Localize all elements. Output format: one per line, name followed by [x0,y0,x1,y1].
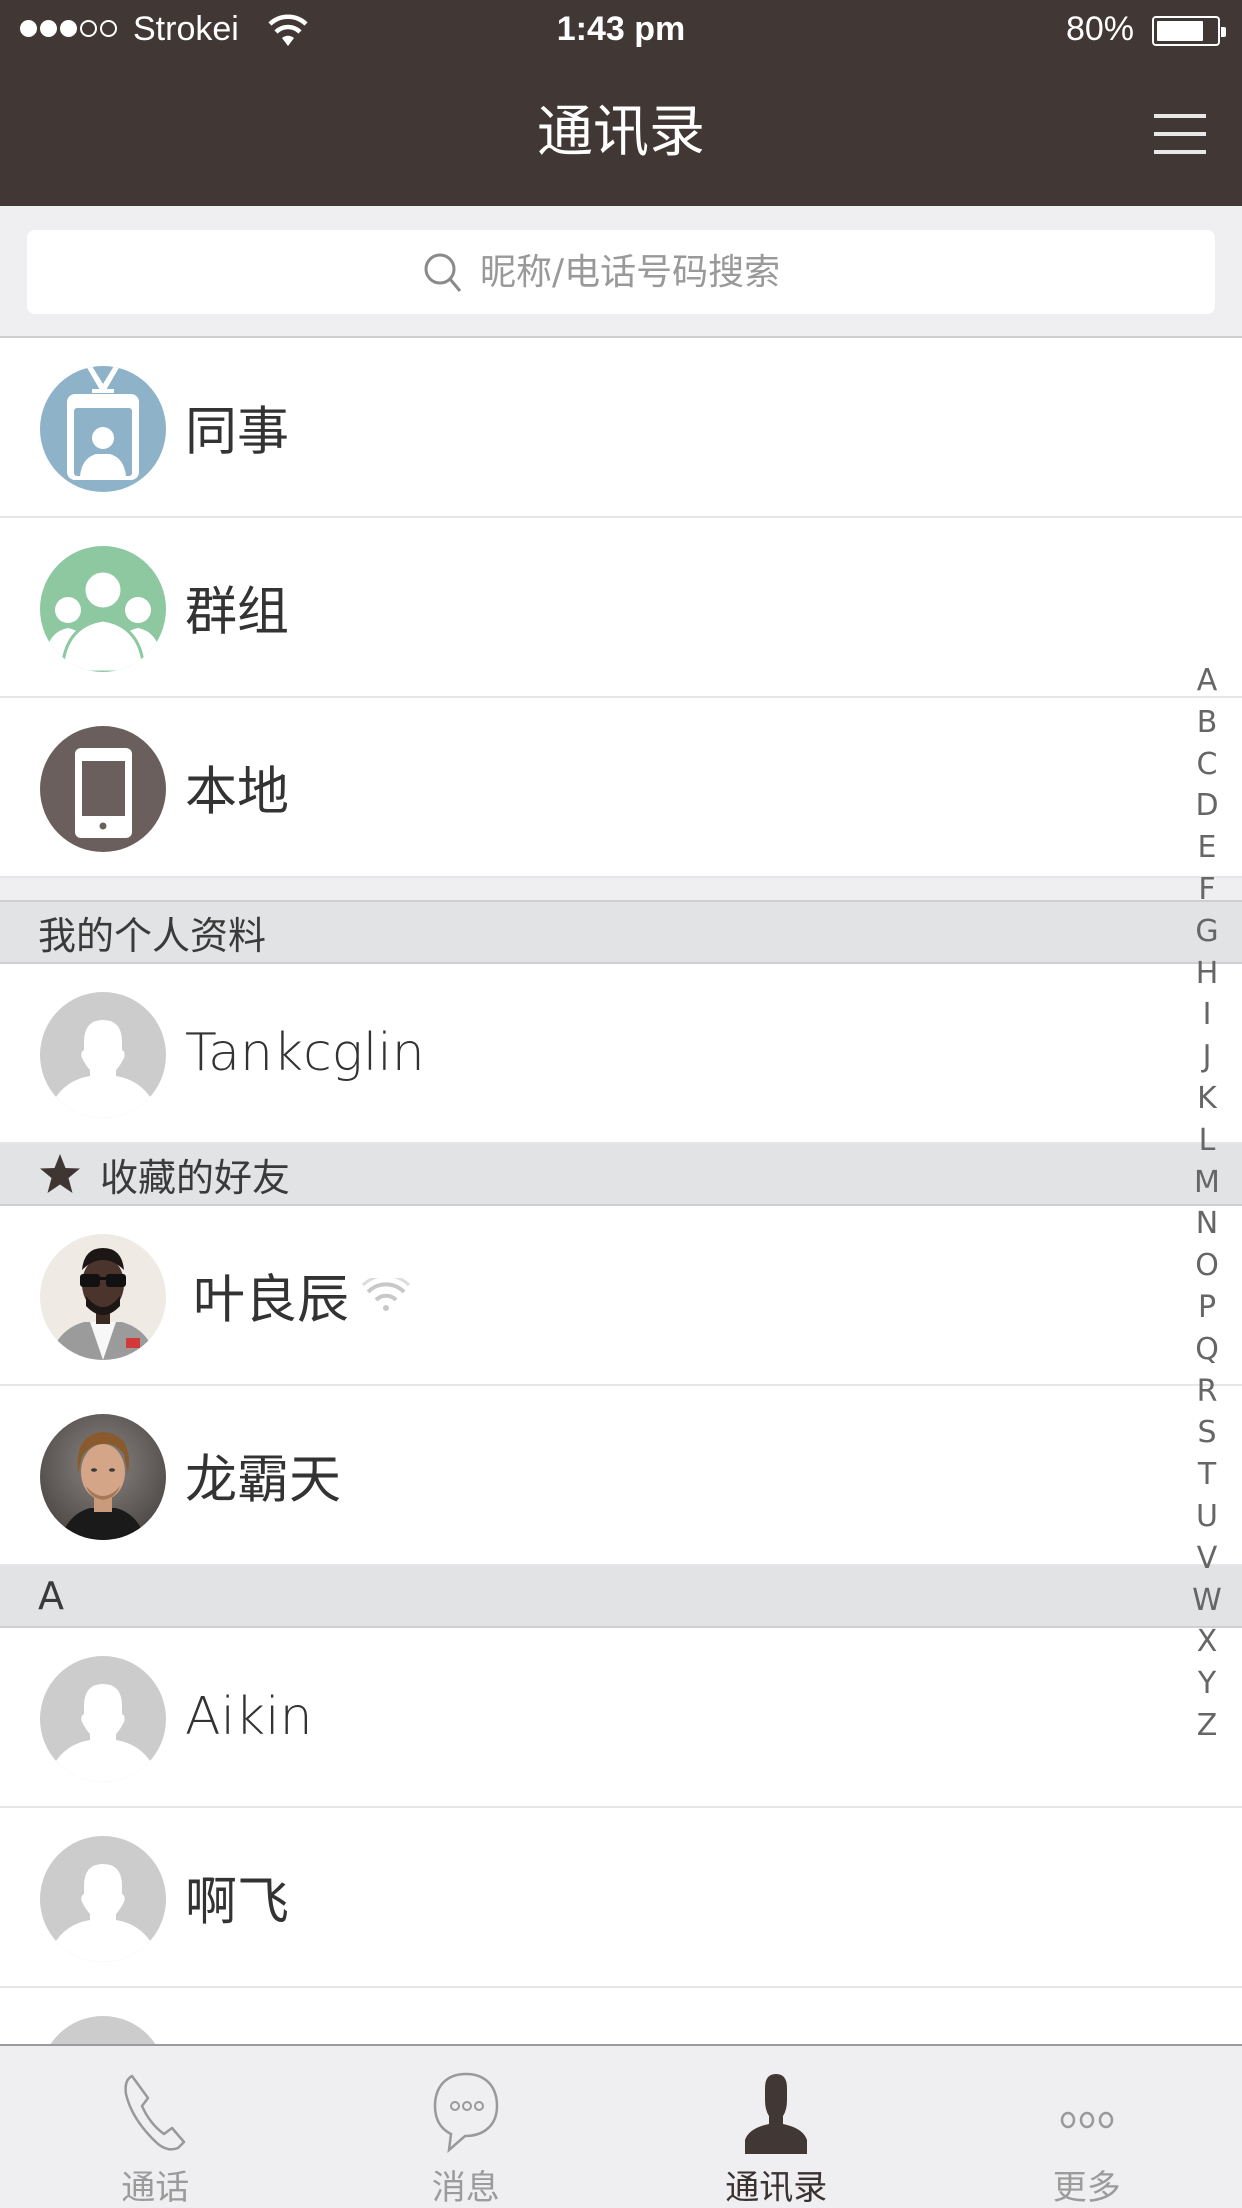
contact-photo [40,1414,166,1540]
index-letter[interactable]: V [1172,1538,1242,1580]
battery-icon [1152,16,1226,46]
search-box[interactable] [27,230,1215,314]
contact-row[interactable]: Tankcglin [0,964,1242,1144]
alphabet-index[interactable]: ABCDEFGHIJKLMNOPQRSTUVWXYZ [1172,660,1242,1747]
tab-label: 通讯录 [725,2168,828,2208]
section-header-my-profile: 我的个人资料 [0,902,1242,964]
contact-name: Aikin [185,1687,313,1747]
contact-name: Tankcglin [185,1023,425,1083]
search-icon [424,253,462,292]
index-letter[interactable]: Z [1172,1705,1242,1747]
default-avatar-icon [40,1836,166,1962]
contacts-person-icon [745,2074,808,2154]
status-bar: Strokei 1:43 pm 80% [0,0,1242,60]
default-avatar-icon [40,1656,166,1782]
chat-bubble-icon [433,2072,499,2154]
section-title: 收藏的好友 [100,1155,291,1200]
clock: 1:43 pm [556,10,686,48]
category-label: 群组 [185,582,290,643]
category-label: 同事 [185,402,290,463]
contact-name: 叶良辰 [193,1270,350,1331]
tab-label: 通话 [121,2168,190,2208]
index-letter[interactable]: U [1172,1496,1242,1538]
hamburger-menu-icon[interactable] [1154,114,1206,154]
tab-bar: 通话 消息 通讯录 更多 [0,2044,1242,2208]
index-letter[interactable]: I [1172,994,1242,1036]
page-title: 通讯录 [537,100,705,165]
battery-percent: 80% [1065,10,1134,48]
index-letter[interactable]: J [1172,1036,1242,1078]
index-letter[interactable]: O [1172,1245,1242,1287]
contact-row[interactable]: 叶良辰 [0,1206,1242,1386]
index-letter[interactable]: X [1172,1621,1242,1663]
index-letter[interactable]: D [1172,785,1242,827]
section-title: 我的个人资料 [38,913,267,958]
index-letter[interactable]: B [1172,702,1242,744]
index-letter[interactable]: G [1172,911,1242,953]
tab-more[interactable]: 更多 [932,2046,1242,2208]
index-letter[interactable]: M [1172,1162,1242,1204]
online-status-icon [362,1278,410,1311]
category-local[interactable]: 本地 [0,698,1242,878]
search-input[interactable] [480,251,820,293]
signal-strength-icon [20,20,117,37]
search-bar-area [0,206,1242,338]
tab-messages[interactable]: 消息 [311,2046,622,2208]
index-letter[interactable]: T [1172,1454,1242,1496]
contact-row[interactable]: 龙霸天 [0,1386,1242,1566]
index-letter[interactable]: N [1172,1203,1242,1245]
index-letter[interactable]: C [1172,744,1242,786]
group-icon [40,546,166,672]
category-colleagues[interactable]: 同事 [0,338,1242,518]
index-letter[interactable]: A [1172,660,1242,702]
tab-contacts[interactable]: 通讯录 [621,2046,932,2208]
index-letter[interactable]: S [1172,1412,1242,1454]
contact-name: 龙霸天 [185,1450,342,1511]
id-badge-icon [40,366,166,492]
carrier-name: Strokei [133,10,239,48]
index-letter[interactable]: E [1172,827,1242,869]
index-letter[interactable]: R [1172,1371,1242,1413]
tab-label: 更多 [1052,2168,1121,2208]
section-gap [0,878,1242,902]
section-header-a: A [0,1566,1242,1628]
tab-calls[interactable]: 通话 [0,2046,311,2208]
section-header-favorites: 收藏的好友 [0,1144,1242,1206]
section-title: A [38,1574,64,1618]
category-groups[interactable]: 群组 [0,518,1242,698]
contact-row[interactable]: Aikin [0,1628,1242,1808]
star-icon [40,1154,80,1193]
category-label: 本地 [185,762,290,823]
phone-icon [124,2074,186,2151]
index-letter[interactable]: F [1172,869,1242,911]
top-bar: Strokei 1:43 pm 80% 通讯录 [0,0,1242,206]
phone-device-icon [40,726,166,852]
default-avatar-icon [40,992,166,1118]
contact-row[interactable]: 啊飞 [0,1808,1242,1988]
wifi-icon [268,14,308,46]
index-letter[interactable]: P [1172,1287,1242,1329]
tab-label: 消息 [431,2168,500,2208]
more-dots-icon [1060,2111,1113,2129]
contact-photo [40,1234,166,1360]
index-letter[interactable]: W [1172,1580,1242,1622]
contact-name: 啊飞 [185,1872,290,1933]
index-letter[interactable]: L [1172,1120,1242,1162]
index-letter[interactable]: H [1172,953,1242,995]
index-letter[interactable]: K [1172,1078,1242,1120]
index-letter[interactable]: Y [1172,1663,1242,1705]
index-letter[interactable]: Q [1172,1329,1242,1371]
contacts-list: 同事 群组 本地 我的个人资料 Tankcglin 收藏的好友 叶良辰 龙霸天 … [0,338,1242,2168]
